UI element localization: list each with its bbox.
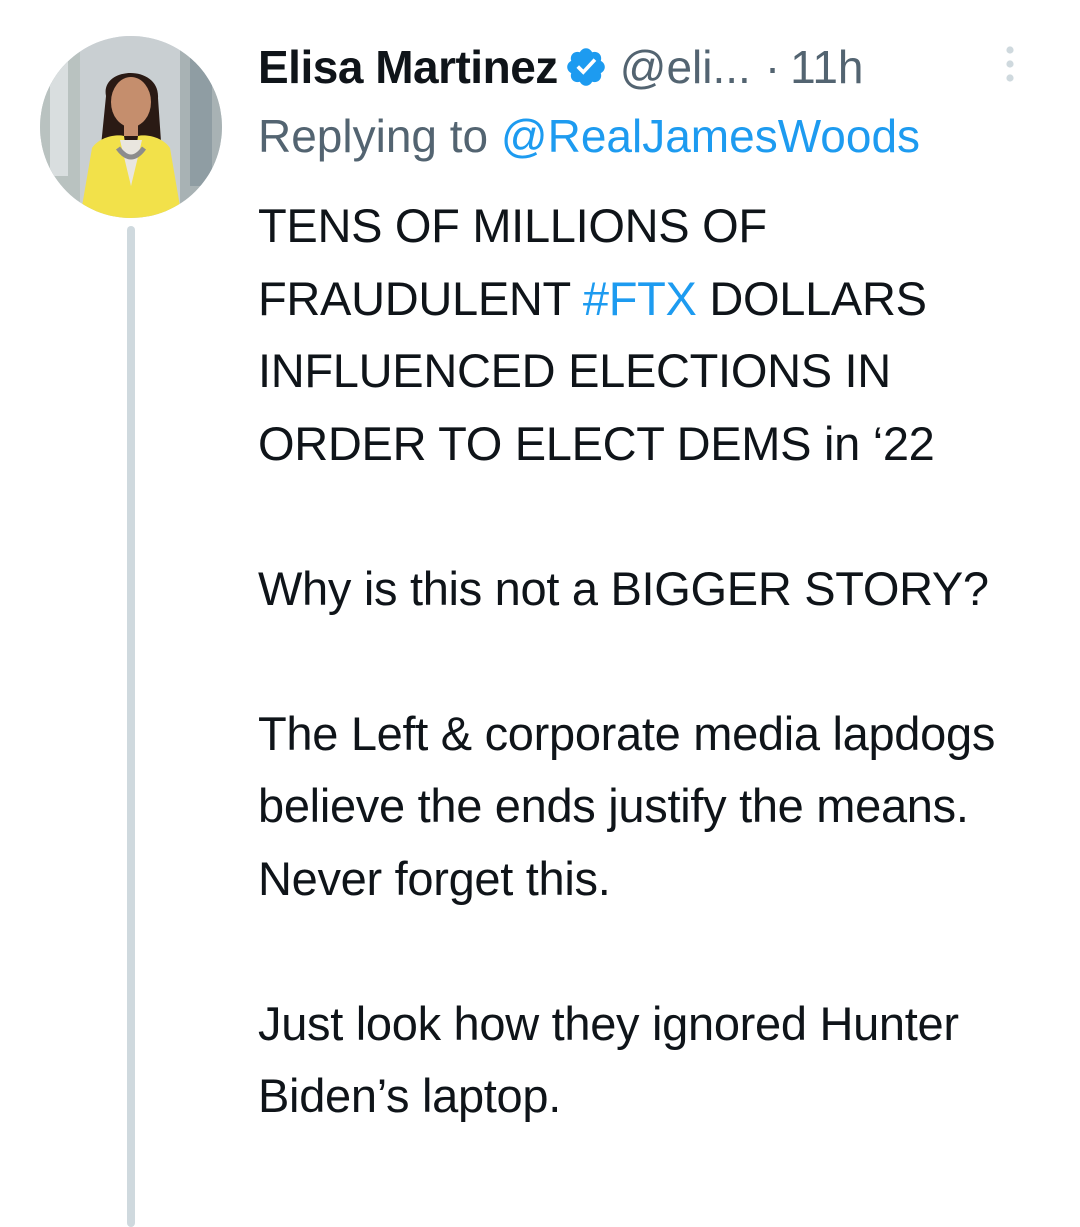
replying-to: Replying to @RealJamesWoods	[258, 106, 920, 166]
reply-target-link[interactable]: @RealJamesWoods	[501, 110, 920, 162]
tweet[interactable]: Elisa Martinez @eli... · 11h Replying to…	[0, 0, 1080, 1227]
timestamp[interactable]: 11h	[790, 38, 863, 96]
avatar[interactable]	[40, 36, 222, 218]
hashtag-link[interactable]: #FTX	[583, 272, 697, 325]
tweet-text: TENS OF MILLIONS OF FRAUDULENT #FTX DOLL…	[258, 190, 1048, 1133]
tweet-paragraph-2: Why is this not a BIGGER STORY?	[258, 561, 989, 615]
replying-to-label: Replying to	[258, 110, 501, 162]
author-name[interactable]: Elisa Martinez	[258, 38, 558, 96]
tweet-paragraph-3: The Left & corporate media lapdogs belie…	[258, 706, 996, 905]
tweet-header: Elisa Martinez @eli... · 11h	[258, 38, 864, 96]
thread-line	[127, 226, 135, 1227]
separator-dot: ·	[764, 41, 781, 93]
tweet-paragraph-4: Just look how they ignored Hunter Biden’…	[258, 996, 959, 1123]
tweet-paragraph-1: TENS OF MILLIONS OF FRAUDULENT #FTX DOLL…	[258, 190, 1048, 480]
author-handle[interactable]: @eli...	[620, 38, 751, 96]
profile-photo-image	[40, 36, 222, 218]
more-vertical-icon[interactable]	[1002, 44, 1018, 84]
verified-badge-icon	[564, 45, 608, 89]
